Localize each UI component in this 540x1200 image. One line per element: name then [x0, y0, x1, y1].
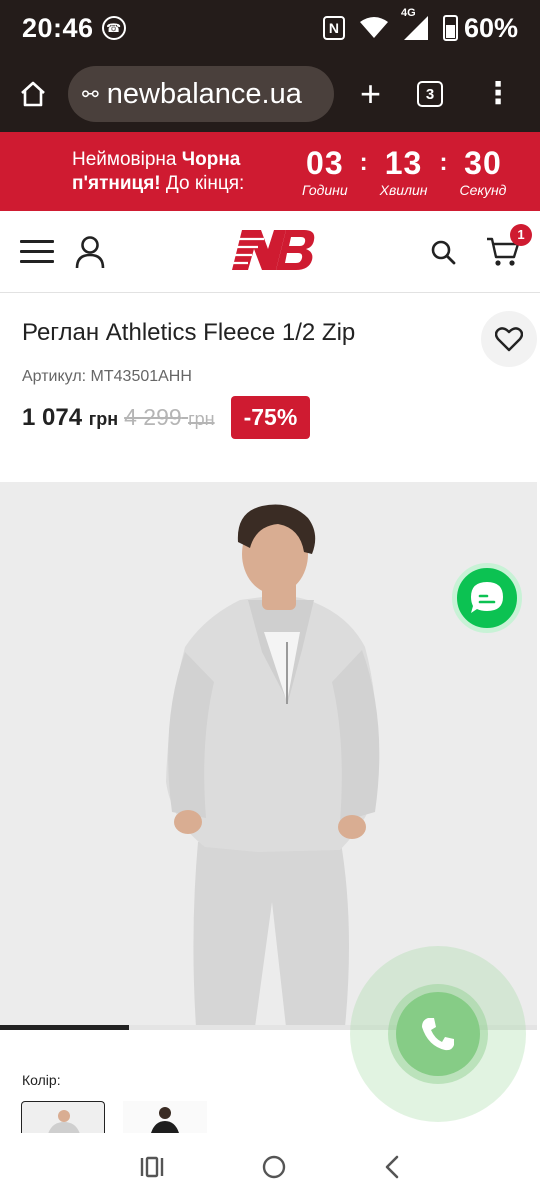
status-time: 20:46 — [22, 12, 94, 43]
product-info: Реглан Athletics Fleece 1/2 Zip Артикул:… — [22, 310, 522, 439]
search-icon[interactable] — [430, 239, 456, 265]
home-nav-icon[interactable] — [261, 1154, 287, 1180]
browser-toolbar: ⚯ newbalance.ua + 3 ⋮ — [0, 56, 540, 132]
price-row: 1 074 грн 4 299 грн -75% — [22, 396, 522, 439]
swatch-thumbnail — [151, 1107, 179, 1133]
cart-button[interactable]: 1 — [486, 223, 532, 268]
countdown-hours: 03 Години — [302, 144, 348, 198]
product-image[interactable] — [0, 482, 537, 1027]
countdown-separator: : — [359, 148, 368, 176]
browser-menu-icon[interactable]: ⋮ — [483, 79, 513, 109]
site-header: 1 — [0, 211, 540, 293]
recent-apps-icon[interactable] — [139, 1155, 165, 1179]
color-label: Колір: — [22, 1072, 61, 1088]
gallery-progress-fill — [0, 1025, 129, 1030]
network-type: 4G — [400, 7, 416, 19]
chat-icon — [471, 582, 503, 613]
wishlist-button[interactable] — [481, 311, 537, 367]
account-icon[interactable] — [74, 235, 106, 269]
model-photo — [0, 482, 537, 1027]
back-icon[interactable] — [383, 1154, 401, 1180]
countdown-seconds: 30 Секунд — [459, 144, 507, 198]
system-nav-bar — [0, 1133, 540, 1200]
discount-badge: -75% — [230, 396, 311, 439]
battery-icon — [442, 15, 458, 41]
site-settings-icon[interactable]: ⚯ — [82, 82, 99, 107]
promo-banner[interactable]: Неймовірна Чорна п'ятниця! До кінця: 03 … — [0, 132, 540, 211]
price-current: 1 074 грн — [22, 403, 119, 431]
countdown-timer: 03 Години : 13 Хвилин : 30 Секунд — [302, 146, 506, 198]
phone-icon — [422, 1018, 454, 1051]
signal-icon: 4G — [401, 7, 429, 41]
home-icon[interactable] — [16, 77, 50, 111]
color-swatch[interactable] — [123, 1101, 207, 1133]
url-text: newbalance.ua — [106, 77, 302, 110]
status-bar: 20:46 ☎ N 4G 60% — [0, 0, 540, 56]
swatch-thumbnail — [48, 1110, 80, 1133]
status-icons: N 4G 60% — [322, 7, 518, 44]
new-balance-logo[interactable] — [228, 227, 316, 273]
cart-count-badge: 1 — [510, 223, 532, 246]
chat-button[interactable] — [452, 563, 522, 633]
nfc-icon: N — [322, 16, 345, 40]
countdown-separator: : — [439, 148, 448, 176]
promo-text: Неймовірна Чорна п'ятниця! До кінця: — [72, 148, 245, 194]
product-title: Реглан Athletics Fleece 1/2 Zip — [22, 319, 356, 346]
countdown-minutes: 13 Хвилин — [379, 144, 428, 198]
tab-switcher-button[interactable]: 3 — [417, 81, 444, 107]
heart-icon — [495, 327, 523, 352]
battery-percent: 60% — [463, 12, 518, 43]
call-button[interactable] — [396, 992, 480, 1076]
product-sku: Артикул: MT43501AHH — [22, 368, 192, 385]
price-original: 4 299 грн — [124, 404, 215, 430]
viber-icon: ☎ — [101, 16, 126, 40]
new-tab-button[interactable]: + — [360, 76, 381, 112]
url-bar[interactable]: ⚯ newbalance.ua — [68, 66, 334, 122]
menu-icon[interactable] — [20, 240, 54, 263]
wifi-icon — [359, 17, 388, 38]
color-swatch-selected[interactable] — [21, 1101, 105, 1133]
